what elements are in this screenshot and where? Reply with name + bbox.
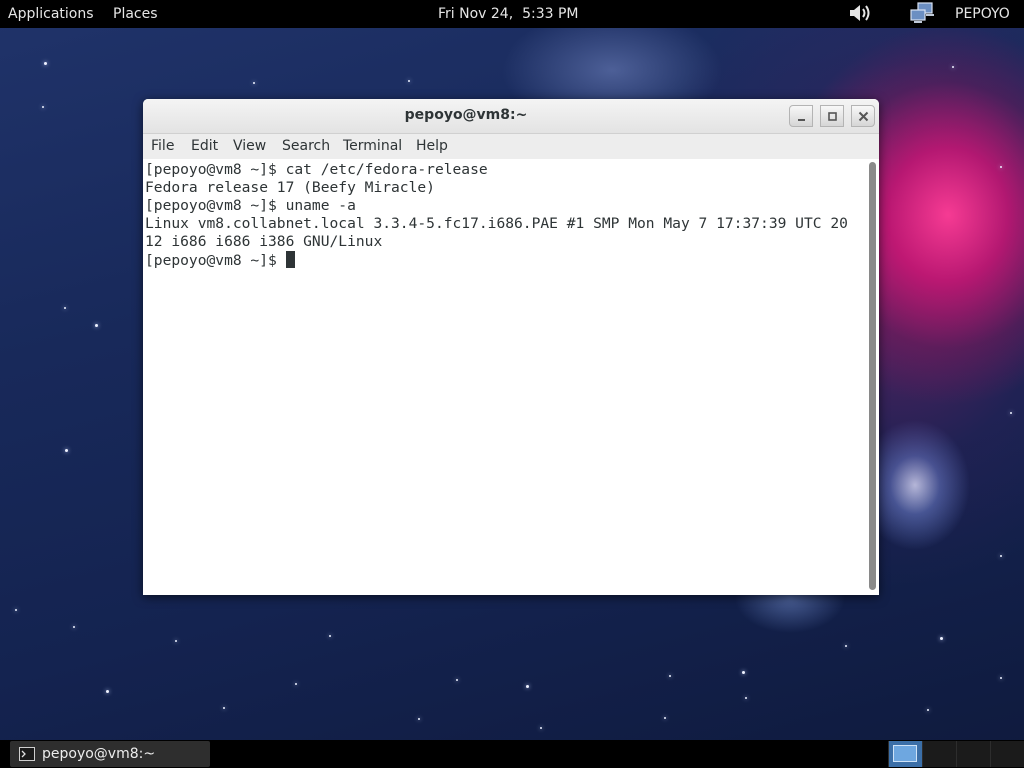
menu-terminal[interactable]: Terminal	[343, 138, 402, 155]
taskbar-window-button[interactable]: pepoyo@vm8:~	[10, 741, 210, 767]
menu-view[interactable]: View	[233, 138, 266, 155]
vertical-scrollbar[interactable]	[867, 160, 879, 595]
close-icon	[858, 111, 869, 122]
terminal-line: [pepoyo@vm8 ~]$ cat /etc/fedora-release	[145, 161, 488, 178]
minimize-button[interactable]	[789, 105, 813, 127]
window-titlebar[interactable]: pepoyo@vm8:~	[143, 99, 879, 134]
menu-search[interactable]: Search	[282, 138, 330, 155]
workspace-3[interactable]	[956, 741, 990, 767]
text-cursor	[285, 251, 295, 268]
terminal-output[interactable]: [pepoyo@vm8 ~]$ cat /etc/fedora-release …	[143, 160, 863, 595]
menu-file[interactable]: File	[151, 138, 174, 155]
terminal-prompt: [pepoyo@vm8 ~]$	[145, 252, 286, 269]
taskbar-window-label: pepoyo@vm8:~	[42, 746, 156, 762]
minimize-icon	[798, 119, 805, 121]
scrollbar-thumb[interactable]	[869, 162, 876, 590]
user-menu[interactable]: PEPOYO	[955, 5, 1010, 23]
places-menu[interactable]: Places	[113, 5, 158, 23]
maximize-button[interactable]	[820, 105, 844, 127]
terminal-prompt-line: [pepoyo@vm8 ~]$	[145, 251, 295, 270]
terminal-line: Fedora release 17 (Beefy Miracle)	[145, 179, 435, 196]
top-panel: Applications Places Fri Nov 24, 5:33 PM …	[0, 0, 1024, 28]
clock[interactable]: Fri Nov 24, 5:33 PM	[438, 5, 578, 23]
menu-edit[interactable]: Edit	[191, 138, 218, 155]
terminal-line: [pepoyo@vm8 ~]$ uname -a	[145, 197, 356, 214]
network-computer-icon[interactable]	[909, 2, 935, 31]
menu-bar: File Edit View Search Terminal Help	[143, 134, 879, 159]
window-title: pepoyo@vm8:~	[404, 107, 528, 123]
speaker-volume-icon[interactable]	[847, 2, 873, 29]
bottom-panel: pepoyo@vm8:~	[0, 740, 1024, 768]
terminal-line: 12 i686 i686 i386 GNU/Linux	[145, 233, 383, 250]
close-button[interactable]	[851, 105, 875, 127]
workspace-4[interactable]	[990, 741, 1024, 767]
terminal-line: Linux vm8.collabnet.local 3.3.4-5.fc17.i…	[145, 215, 848, 232]
workspace-1[interactable]	[888, 741, 922, 767]
workspace-2[interactable]	[922, 741, 956, 767]
applications-menu[interactable]: Applications	[8, 5, 94, 23]
maximize-icon	[828, 112, 837, 121]
menu-help[interactable]: Help	[416, 138, 448, 155]
terminal-icon	[19, 747, 35, 761]
terminal-window: pepoyo@vm8:~ File Edit View Search Termi…	[143, 99, 879, 595]
